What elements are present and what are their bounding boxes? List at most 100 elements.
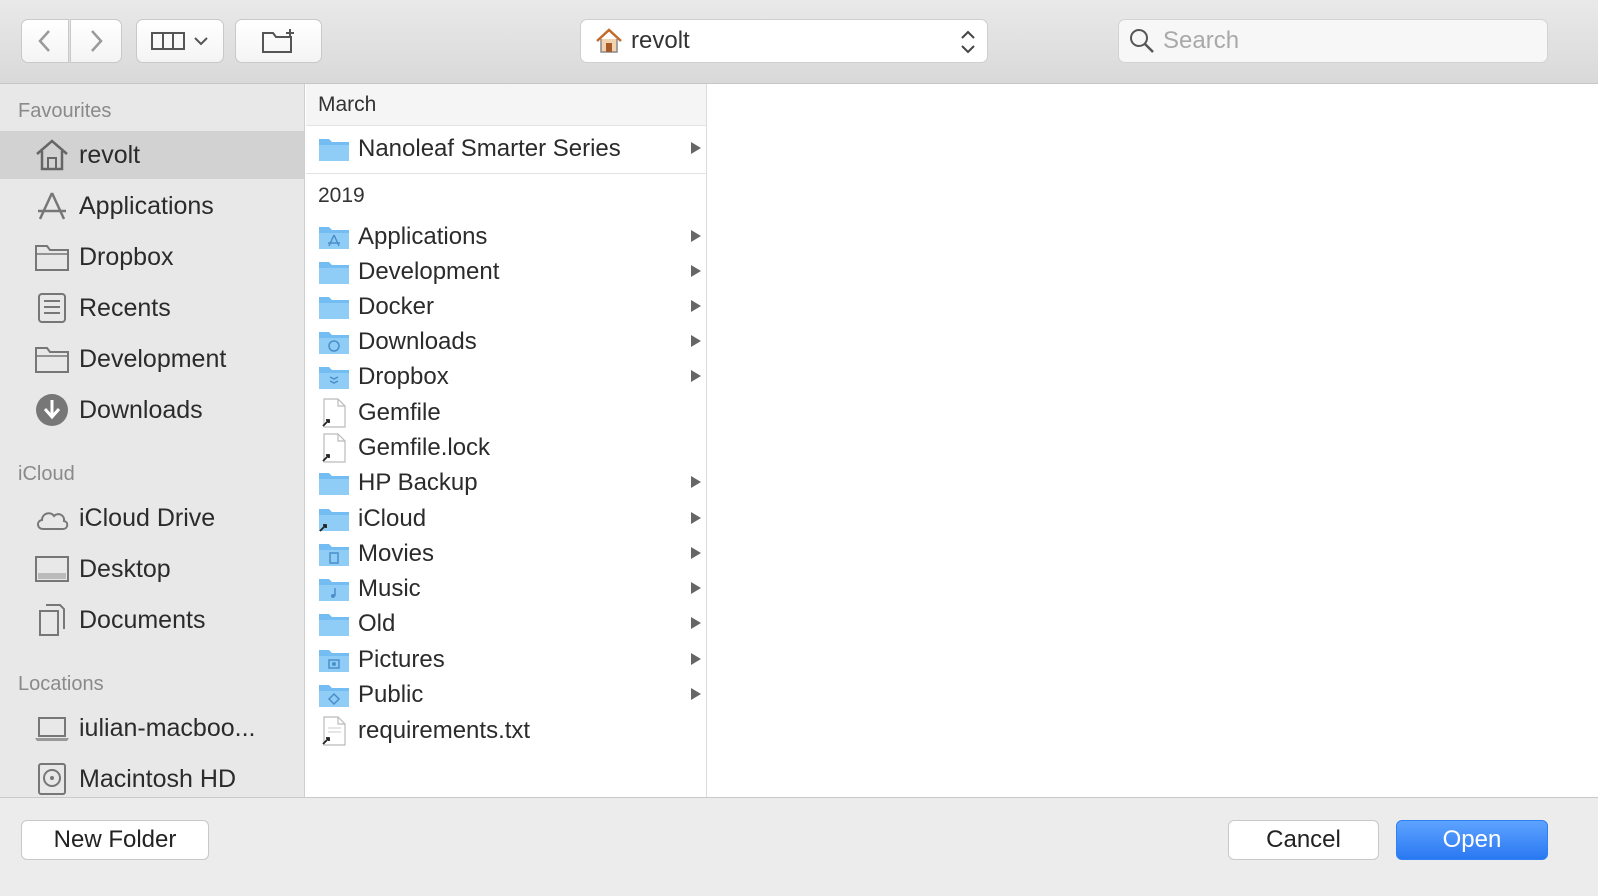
file-row-label: Nanoleaf Smarter Series bbox=[358, 134, 621, 162]
chevron-down-icon bbox=[194, 37, 208, 46]
sidebar-item-label: Development bbox=[79, 344, 227, 373]
recents-icon bbox=[34, 290, 70, 326]
folder-icon bbox=[34, 341, 70, 377]
sidebar-section-locations: Locations bbox=[18, 673, 104, 695]
disclosure-arrow-icon bbox=[691, 335, 701, 347]
sidebar-item-label: Downloads bbox=[79, 395, 203, 424]
columns-view-icon bbox=[151, 32, 185, 50]
file-row-applications[interactable]: Applications bbox=[306, 219, 706, 254]
open-button[interactable]: Open bbox=[1396, 820, 1548, 860]
preview-pane bbox=[708, 84, 1598, 797]
file-row-gemfile-lock[interactable]: Gemfile.lock bbox=[306, 430, 706, 465]
cloud-icon bbox=[34, 500, 70, 536]
location-label: revolt bbox=[631, 27, 690, 54]
file-row-label: Gemfile.lock bbox=[358, 433, 491, 461]
sidebar-item-label: iulian-macboo... bbox=[79, 713, 256, 742]
disclosure-arrow-icon bbox=[691, 617, 701, 629]
sidebar-item-label: revolt bbox=[79, 140, 141, 169]
group-header-2019: 2019 bbox=[318, 184, 365, 207]
cancel-button[interactable]: Cancel bbox=[1228, 820, 1379, 860]
file-row-public[interactable]: Public bbox=[306, 677, 706, 712]
file-alias-icon bbox=[318, 432, 350, 463]
sidebar-item-downloads[interactable]: Downloads bbox=[0, 386, 304, 434]
search-icon bbox=[1130, 29, 1154, 53]
file-row-pictures[interactable]: Pictures bbox=[306, 642, 706, 677]
file-row-label: Gemfile bbox=[358, 398, 441, 426]
laptop-icon bbox=[34, 710, 70, 746]
search-box[interactable] bbox=[1118, 19, 1548, 63]
file-row-requirements[interactable]: requirements.txt bbox=[306, 713, 706, 748]
file-row-label: requirements.txt bbox=[358, 716, 531, 744]
sidebar-item-icloud-drive[interactable]: iCloud Drive bbox=[0, 494, 304, 542]
sidebar-item-macbook[interactable]: iulian-macboo... bbox=[0, 704, 304, 752]
location-popup[interactable]: revolt bbox=[580, 19, 988, 63]
file-row-music[interactable]: Music bbox=[306, 571, 706, 606]
sidebar-item-label: Macintosh HD bbox=[79, 764, 236, 793]
downloads-icon bbox=[34, 392, 70, 428]
view-mode-button[interactable] bbox=[136, 19, 224, 63]
documents-icon bbox=[34, 602, 70, 638]
file-row-label: Development bbox=[358, 257, 500, 285]
new-folder-icon bbox=[261, 29, 294, 53]
file-row-label: Downloads bbox=[358, 327, 477, 355]
file-row-downloads[interactable]: Downloads bbox=[306, 324, 706, 359]
public-folder-icon bbox=[318, 680, 350, 710]
file-row-nanoleaf[interactable]: Nanoleaf Smarter Series bbox=[306, 131, 706, 166]
sidebar-item-documents[interactable]: Documents bbox=[0, 596, 304, 644]
hard-drive-icon bbox=[34, 761, 70, 797]
sidebar-item-label: Applications bbox=[79, 191, 214, 220]
applications-icon bbox=[34, 188, 70, 224]
chevron-right-icon bbox=[91, 30, 103, 52]
group-header-march: March bbox=[306, 84, 706, 126]
pictures-folder-icon bbox=[318, 645, 350, 675]
file-row-movies[interactable]: Movies bbox=[306, 536, 706, 571]
folder-icon bbox=[318, 609, 350, 639]
file-row-label: Music bbox=[358, 574, 421, 602]
desktop-icon bbox=[34, 551, 70, 587]
sidebar-item-dropbox[interactable]: Dropbox bbox=[0, 233, 304, 281]
file-row-dropbox[interactable]: Dropbox bbox=[306, 359, 706, 394]
file-row-hp-backup[interactable]: HP Backup bbox=[306, 465, 706, 500]
toolbar: revolt bbox=[0, 0, 1598, 84]
sidebar-item-label: Desktop bbox=[79, 554, 171, 583]
home-icon bbox=[34, 137, 70, 173]
file-row-label: Dropbox bbox=[358, 362, 449, 390]
disclosure-arrow-icon bbox=[691, 142, 701, 154]
file-row-label: Movies bbox=[358, 539, 435, 567]
folder-icon bbox=[318, 468, 350, 498]
new-folder-button[interactable]: New Folder bbox=[21, 820, 209, 860]
file-row-icloud[interactable]: iCloud bbox=[306, 501, 706, 536]
dropbox-folder-icon bbox=[318, 362, 350, 392]
folder-icon bbox=[318, 134, 350, 164]
file-row-label: iCloud bbox=[358, 504, 427, 532]
disclosure-arrow-icon bbox=[691, 512, 701, 524]
applications-folder-icon bbox=[318, 222, 350, 252]
disclosure-arrow-icon bbox=[691, 300, 701, 312]
file-alias-icon bbox=[318, 715, 350, 746]
forward-button[interactable] bbox=[70, 19, 122, 63]
folder-alias-icon bbox=[318, 504, 350, 534]
back-button[interactable] bbox=[21, 19, 69, 63]
sidebar-item-applications[interactable]: Applications bbox=[0, 182, 304, 230]
file-row-label: Applications bbox=[358, 222, 488, 250]
file-row-development[interactable]: Development bbox=[306, 254, 706, 289]
sidebar-item-macintosh-hd[interactable]: Macintosh HD bbox=[0, 755, 304, 797]
file-row-label: Public bbox=[358, 680, 424, 708]
sidebar-item-label: Recents bbox=[79, 293, 171, 322]
file-row-old[interactable]: Old bbox=[306, 606, 706, 641]
file-alias-icon bbox=[318, 397, 350, 428]
sidebar-item-desktop[interactable]: Desktop bbox=[0, 545, 304, 593]
sidebar-item-development[interactable]: Development bbox=[0, 335, 304, 383]
new-folder-toolbar-button[interactable] bbox=[235, 19, 322, 63]
sidebar-item-revolt[interactable]: revolt bbox=[0, 131, 304, 179]
up-down-arrows-icon bbox=[961, 30, 975, 54]
file-row-docker[interactable]: Docker bbox=[306, 289, 706, 324]
sidebar-section-icloud: iCloud bbox=[18, 463, 75, 485]
downloads-folder-icon bbox=[318, 327, 350, 357]
disclosure-arrow-icon bbox=[691, 370, 701, 382]
search-input[interactable] bbox=[1163, 27, 1533, 55]
file-row-label: Old bbox=[358, 609, 396, 637]
sidebar-item-recents[interactable]: Recents bbox=[0, 284, 304, 332]
sidebar-item-label: Dropbox bbox=[79, 242, 174, 271]
file-row-gemfile[interactable]: Gemfile bbox=[306, 395, 706, 430]
